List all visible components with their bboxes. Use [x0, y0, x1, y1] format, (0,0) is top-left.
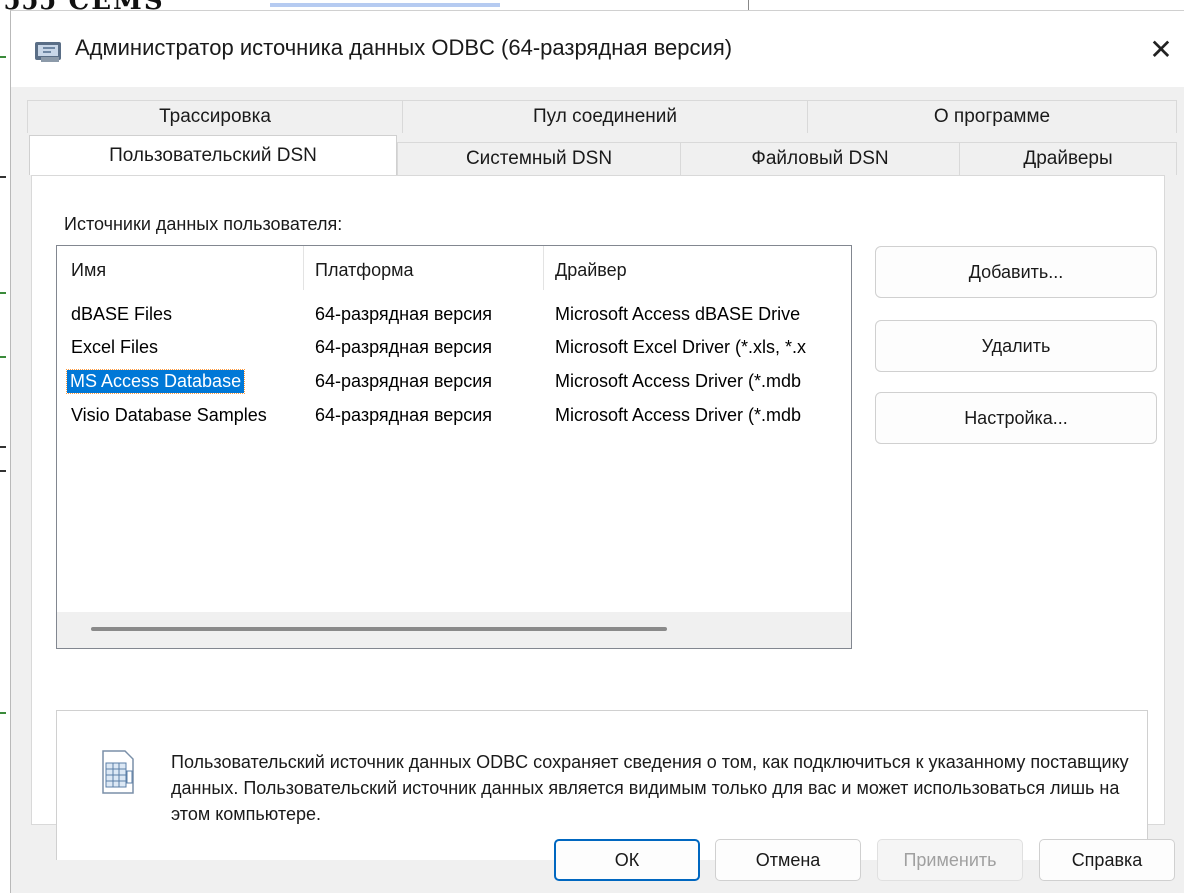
- user-dsn-panel: Источники данных пользователя: Имя Платф…: [31, 175, 1165, 860]
- tab-label: Пользовательский DSN: [109, 144, 317, 166]
- tab-label: Пул соединений: [532, 106, 677, 127]
- dsn-platform: 64-разрядная версия: [315, 304, 493, 324]
- background-window-divider: [748, 0, 749, 10]
- tab-file-dsn[interactable]: Файловый DSN: [680, 142, 960, 175]
- dsn-platform: 64-разрядная версия: [315, 405, 493, 425]
- tab-label: Драйверы: [1023, 148, 1113, 169]
- dsn-platform: 64-разрядная версия: [315, 337, 493, 357]
- list-item[interactable]: dBASE Files 64-разрядная версия Microsof…: [57, 299, 851, 332]
- info-description: Пользовательский источник данных ODBC со…: [171, 752, 1129, 824]
- info-box: Пользовательский источник данных ODBC со…: [56, 710, 1148, 860]
- background-left-mark: [0, 712, 6, 714]
- tab-label: Файловый DSN: [751, 148, 889, 169]
- background-left-mark: [0, 470, 6, 472]
- dsn-name: Excel Files: [71, 337, 159, 357]
- dsn-driver: Microsoft Access Driver (*.mdb: [555, 371, 802, 391]
- remove-button[interactable]: Удалить: [875, 320, 1157, 372]
- dsn-driver: Microsoft Excel Driver (*.xls, *.x: [555, 337, 807, 357]
- tab-system-dsn[interactable]: Системный DSN: [397, 142, 681, 175]
- column-header-driver[interactable]: Драйвер: [555, 260, 627, 281]
- scrollbar-thumb[interactable]: [91, 627, 667, 631]
- background-left-mark: [0, 292, 6, 294]
- dsn-platform: 64-разрядная версия: [315, 371, 493, 391]
- tab-tracing[interactable]: Трассировка: [27, 100, 403, 133]
- dsn-name: Visio Database Samples: [71, 405, 267, 425]
- configure-button[interactable]: Настройка...: [875, 392, 1157, 444]
- tab-about[interactable]: О программе: [807, 100, 1177, 133]
- background-left-mark: [0, 56, 6, 58]
- column-separator[interactable]: [303, 246, 304, 290]
- background-window-text: ɔɔɔ CEMS: [4, 0, 165, 10]
- tab-label: Трассировка: [159, 106, 271, 127]
- background-left-mark: [0, 446, 6, 448]
- background-left-mark: [0, 356, 6, 358]
- cancel-button[interactable]: Отмена: [715, 839, 861, 881]
- horizontal-scrollbar[interactable]: [57, 612, 851, 648]
- data-sources-list[interactable]: Имя Платформа Драйвер dBASE Files 64-раз…: [56, 245, 852, 649]
- dsn-name: MS Access Database: [65, 369, 246, 394]
- dsn-driver: Microsoft Access dBASE Drive: [555, 304, 801, 324]
- tab-label: Системный DSN: [465, 148, 613, 169]
- tab-drivers[interactable]: Драйверы: [959, 142, 1177, 175]
- apply-button: Применить: [877, 839, 1023, 881]
- close-button[interactable]: ✕: [1138, 11, 1184, 87]
- column-header-name[interactable]: Имя: [71, 260, 106, 281]
- background-window-link: [270, 3, 500, 7]
- user-data-sources-label: Источники данных пользователя:: [64, 214, 343, 234]
- column-header-platform[interactable]: Платформа: [315, 260, 414, 281]
- column-separator[interactable]: [543, 246, 544, 290]
- tab-user-dsn[interactable]: Пользовательский DSN: [29, 135, 397, 175]
- help-button[interactable]: Справка: [1039, 839, 1175, 881]
- add-button[interactable]: Добавить...: [875, 246, 1157, 298]
- window-title: Администратор источника данных ODBC (64-…: [75, 35, 733, 60]
- tab-label: О программе: [933, 106, 1051, 127]
- odbc-admin-dialog: Администратор источника данных ODBC (64-…: [10, 10, 1184, 893]
- background-left-mark: [0, 176, 6, 178]
- dsn-driver: Microsoft Access Driver (*.mdb: [555, 405, 802, 425]
- list-item-selected[interactable]: MS Access Database 64-разрядная версия M…: [57, 366, 851, 399]
- list-item[interactable]: Visio Database Samples 64-разрядная верс…: [57, 400, 851, 433]
- ok-button[interactable]: ОК: [554, 839, 700, 881]
- background-window-strip: ɔɔɔ CEMS: [0, 0, 1184, 10]
- list-item[interactable]: Excel Files 64-разрядная версия Microsof…: [57, 332, 851, 365]
- title-bar[interactable]: Администратор источника данных ODBC (64-…: [11, 11, 1184, 87]
- tab-connection-pooling[interactable]: Пул соединений: [402, 100, 808, 133]
- data-source-icon: [102, 750, 134, 794]
- odbc-app-icon: [35, 42, 61, 62]
- dsn-name: dBASE Files: [71, 304, 173, 324]
- close-icon: ✕: [1149, 33, 1173, 65]
